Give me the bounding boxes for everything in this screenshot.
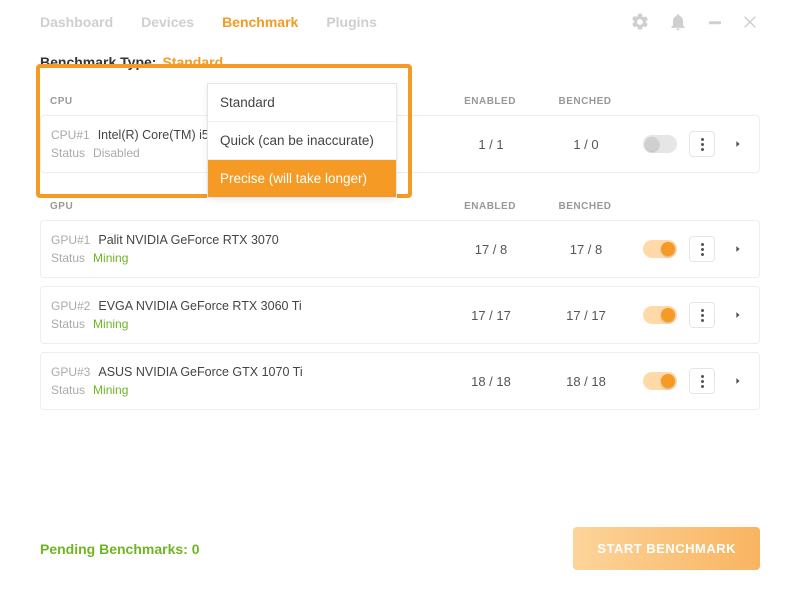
status-label: Status — [51, 383, 85, 397]
expand-button[interactable] — [727, 304, 749, 326]
column-enabled: ENABLED — [440, 201, 540, 212]
more-button[interactable] — [689, 131, 715, 157]
enable-toggle[interactable] — [643, 135, 677, 153]
enable-toggle[interactable] — [643, 306, 677, 324]
column-benched: BENCHED — [540, 201, 630, 212]
status-value: Disabled — [93, 146, 140, 160]
dropdown-option-precise[interactable]: Precise (will take longer) — [208, 160, 396, 197]
pending-benchmarks: Pending Benchmarks: 0 — [40, 541, 200, 557]
enabled-count: 18 / 18 — [441, 374, 541, 389]
tab-devices[interactable]: Devices — [141, 14, 194, 30]
enable-toggle[interactable] — [643, 240, 677, 258]
device-row-gpu1: GPU#1 Palit NVIDIA GeForce RTX 3070 Stat… — [40, 220, 760, 278]
status-label: Status — [51, 317, 85, 331]
expand-button[interactable] — [727, 238, 749, 260]
dropdown-option-quick[interactable]: Quick (can be inaccurate) — [208, 122, 396, 160]
device-id: GPU#2 — [51, 299, 90, 313]
benchmark-type-dropdown[interactable]: Standard — [162, 54, 223, 70]
device-id: CPU#1 — [51, 128, 90, 142]
more-button[interactable] — [689, 236, 715, 262]
device-row-gpu2: GPU#2 EVGA NVIDIA GeForce RTX 3060 Ti St… — [40, 286, 760, 344]
device-row-gpu3: GPU#3 ASUS NVIDIA GeForce GTX 1070 Ti St… — [40, 352, 760, 410]
enabled-count: 17 / 8 — [441, 242, 541, 257]
enabled-count: 17 / 17 — [441, 308, 541, 323]
device-name: Palit NVIDIA GeForce RTX 3070 — [98, 233, 278, 247]
device-id: GPU#3 — [51, 365, 90, 379]
nav-tabs: Dashboard Devices Benchmark Plugins — [40, 14, 377, 30]
benchmark-type-menu: Standard Quick (can be inaccurate) Preci… — [207, 83, 397, 198]
device-name: Intel(R) Core(TM) i5 — [98, 128, 209, 142]
more-button[interactable] — [689, 368, 715, 394]
column-enabled: ENABLED — [440, 96, 540, 107]
column-gpu: GPU — [50, 201, 440, 212]
benched-count: 18 / 18 — [541, 374, 631, 389]
enabled-count: 1 / 1 — [441, 137, 541, 152]
status-value: Mining — [93, 317, 128, 331]
gear-icon[interactable] — [630, 12, 650, 32]
enable-toggle[interactable] — [643, 372, 677, 390]
bell-icon[interactable] — [668, 12, 688, 32]
benched-count: 1 / 0 — [541, 137, 631, 152]
device-name: EVGA NVIDIA GeForce RTX 3060 Ti — [98, 299, 301, 313]
benched-count: 17 / 17 — [541, 308, 631, 323]
column-benched: BENCHED — [540, 96, 630, 107]
more-button[interactable] — [689, 302, 715, 328]
dropdown-option-standard[interactable]: Standard — [208, 84, 396, 122]
device-id: GPU#1 — [51, 233, 90, 247]
minimize-icon[interactable] — [706, 13, 724, 31]
benched-count: 17 / 8 — [541, 242, 631, 257]
device-name: ASUS NVIDIA GeForce GTX 1070 Ti — [98, 365, 302, 379]
status-label: Status — [51, 251, 85, 265]
expand-button[interactable] — [727, 370, 749, 392]
device-row-cpu1: CPU#1 Intel(R) Core(TM) i5 Status Disabl… — [40, 115, 760, 173]
tab-plugins[interactable]: Plugins — [326, 14, 377, 30]
close-icon[interactable] — [742, 13, 760, 31]
tab-dashboard[interactable]: Dashboard — [40, 14, 113, 30]
benchmark-type-label: Benchmark Type: — [40, 54, 156, 70]
expand-button[interactable] — [727, 133, 749, 155]
start-benchmark-button[interactable]: START BENCHMARK — [573, 527, 760, 570]
tab-benchmark[interactable]: Benchmark — [222, 14, 298, 30]
status-label: Status — [51, 146, 85, 160]
status-value: Mining — [93, 383, 128, 397]
status-value: Mining — [93, 251, 128, 265]
